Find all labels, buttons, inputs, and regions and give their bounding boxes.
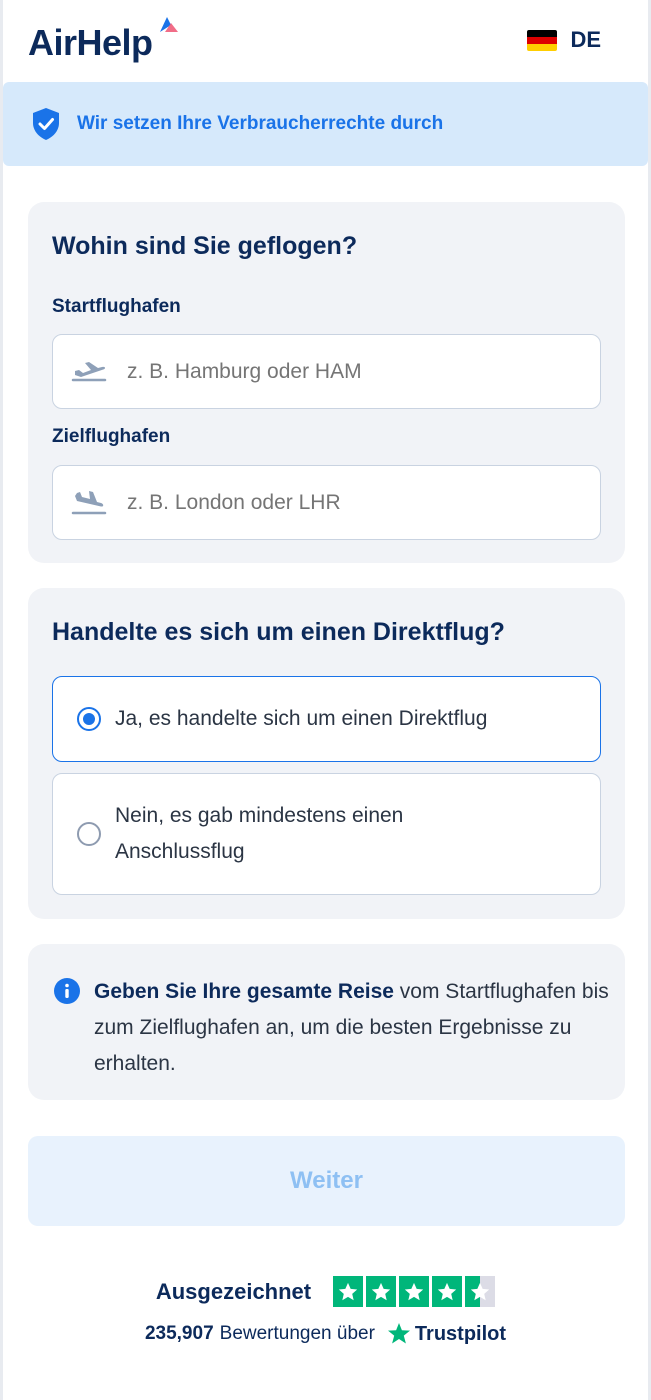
direct-flight-option-yes[interactable]: Ja, es handelte sich um einen Direktflug (52, 676, 601, 762)
review-count: 235,907 (144, 1323, 214, 1344)
shield-check-icon (33, 108, 59, 140)
option-yes-label: Ja, es handelte sich um einen Direktflug (115, 707, 488, 730)
star-icon (432, 1276, 463, 1307)
trustpilot-brand: Trustpilot (414, 1322, 507, 1345)
info-message: Geben Sie Ihre gesamte Reise vom Startfl… (54, 974, 614, 1082)
consumer-rights-banner: Wir setzen Ihre Verbraucherrechte durch (3, 82, 648, 166)
radio-yes[interactable] (77, 707, 101, 731)
star-icon (366, 1276, 397, 1307)
arrival-label: Zielflughafen (52, 426, 171, 447)
option-no-label: Nein, es gab mindestens einen Anschlussf… (115, 804, 404, 863)
airhelp-logo[interactable]: AirHelp (28, 17, 178, 68)
star-icon (333, 1276, 364, 1307)
header: AirHelp DE (0, 0, 651, 82)
language-code: DE (570, 27, 601, 52)
departure-field[interactable] (52, 334, 601, 409)
logo-mark-icon (160, 17, 178, 32)
continue-button[interactable]: Weiter (28, 1136, 625, 1226)
info-icon (54, 978, 80, 1004)
reviews-text: Bewertungen über (219, 1323, 375, 1344)
info-text: Geben Sie Ihre gesamte Reise vom Startfl… (94, 974, 614, 1082)
departure-input[interactable] (127, 359, 547, 384)
plane-takeoff-icon (71, 360, 107, 384)
trustpilot-rating: Ausgezeichnet (0, 1276, 651, 1307)
arrival-field[interactable] (52, 465, 601, 540)
info-text-bold: Geben Sie Ihre gesamte Reise (94, 980, 394, 1003)
arrival-input[interactable] (127, 490, 547, 515)
plane-landing-icon (71, 490, 107, 515)
route-card: Wohin sind Sie geflogen? Startflughafen … (28, 202, 625, 563)
trustpilot-reviews[interactable]: 235,907 Bewertungen über Trustpilot (0, 1322, 651, 1346)
logo-text: AirHelp (28, 22, 153, 63)
star-icon (399, 1276, 430, 1307)
direct-flight-card: Handelte es sich um einen Direktflug? Ja… (28, 588, 625, 919)
direct-flight-option-no[interactable]: Nein, es gab mindestens einen Anschlussf… (52, 773, 601, 895)
departure-label: Startflughafen (52, 296, 181, 317)
trustpilot-logo: Trustpilot (387, 1322, 506, 1346)
trustpilot-star-icon (387, 1323, 410, 1344)
info-card: Geben Sie Ihre gesamte Reise vom Startfl… (28, 944, 625, 1100)
rating-label: Ausgezeichnet (155, 1278, 312, 1304)
germany-flag-icon (527, 29, 558, 51)
half-star-icon (465, 1276, 496, 1307)
direct-flight-title: Handelte es sich um einen Direktflug? (52, 618, 505, 646)
language-selector[interactable]: DE (527, 27, 601, 53)
banner-text: Wir setzen Ihre Verbraucherrechte durch (77, 113, 444, 134)
route-title: Wohin sind Sie geflogen? (52, 232, 358, 260)
radio-no[interactable] (77, 822, 101, 846)
trustpilot-stars (333, 1276, 496, 1307)
